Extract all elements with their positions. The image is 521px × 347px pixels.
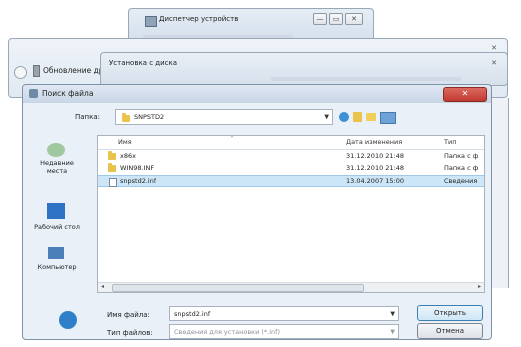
recent-places-item[interactable]: Недавние места: [31, 143, 83, 179]
folder-value: SNPSTD2: [134, 113, 165, 121]
cancel-button[interactable]: Отмена: [417, 323, 483, 339]
back-arrow-icon[interactable]: [14, 66, 27, 79]
filename-label: Имя файла:: [107, 311, 150, 319]
chevron-down-icon: ▼: [390, 310, 395, 317]
close-button[interactable]: ✕: [345, 13, 363, 25]
sort-arrow-icon: ^: [230, 136, 235, 142]
filename-input[interactable]: snpstd2.inf ▼: [169, 306, 399, 321]
install-from-disk-window: Установка с диска ✕: [100, 52, 508, 86]
dialog-title: Поиск файла: [42, 89, 94, 98]
search-icon: [29, 89, 38, 98]
title-bar: Поиск файла ✕: [23, 85, 491, 103]
computer-icon: [48, 247, 64, 259]
list-item-selected[interactable]: snpstd2.inf 13.04.2007 15:00 Сведения: [98, 175, 484, 187]
folder-icon: [108, 163, 116, 172]
open-button[interactable]: Открыть: [417, 305, 483, 321]
list-item[interactable]: x86x 31.12.2010 21:48 Папка с ф: [98, 151, 484, 162]
column-date[interactable]: Дата изменения: [346, 136, 402, 149]
install-dialog-title: Установка с диска: [109, 59, 178, 67]
scroll-left-icon[interactable]: ◂: [101, 283, 104, 290]
filetype-select[interactable]: Сведения для установки (*.inf) ▼: [169, 324, 399, 339]
filetype-label: Тип файлов:: [107, 329, 153, 337]
close-icon[interactable]: ✕: [491, 44, 497, 52]
maximize-button[interactable]: ▭: [329, 13, 343, 25]
device-manager-icon: [145, 16, 157, 27]
folder-icon: [122, 113, 130, 122]
recent-places-icon: [47, 143, 65, 157]
device-manager-title: Диспетчер устройств: [159, 15, 239, 23]
folder-select[interactable]: SNPSTD2 ▼: [115, 109, 333, 125]
folder-icon: [108, 151, 116, 160]
desktop-icon: [47, 203, 65, 219]
inf-file-icon: [109, 178, 117, 187]
desktop-label: Рабочий стол: [34, 223, 80, 231]
places-bar: Недавние места Рабочий стол Компьютер: [27, 135, 87, 285]
file-list: Имя ^ Дата изменения Тип x86x 31.12.2010…: [97, 135, 485, 293]
up-folder-icon[interactable]: [353, 112, 362, 122]
close-button[interactable]: ✕: [443, 87, 487, 102]
minimize-button[interactable]: —: [313, 13, 327, 25]
desktop-item[interactable]: Рабочий стол: [31, 203, 83, 235]
list-item[interactable]: WIN98.INF 31.12.2010 21:48 Папка с ф: [98, 163, 484, 174]
new-folder-icon[interactable]: [366, 113, 376, 121]
driver-icon: [33, 65, 40, 77]
column-name[interactable]: Имя: [118, 136, 132, 149]
computer-label: Компьютер: [37, 263, 77, 271]
horizontal-scrollbar[interactable]: ◂ ▸: [98, 282, 484, 292]
background-window-edge: [490, 98, 509, 288]
network-icon: [59, 311, 77, 329]
computer-item[interactable]: Компьютер: [31, 247, 83, 279]
network-item[interactable]: [59, 311, 81, 333]
list-header: Имя ^ Дата изменения Тип: [98, 136, 484, 150]
find-file-dialog: Поиск файла ✕ Папка: SNPSTD2 ▼ Недавние …: [22, 84, 492, 340]
scroll-thumb[interactable]: [112, 284, 364, 292]
column-type[interactable]: Тип: [444, 136, 456, 149]
install-text-blur: [271, 77, 461, 81]
scroll-right-icon[interactable]: ▸: [478, 283, 481, 290]
folder-label: Папка:: [75, 113, 101, 121]
chevron-down-icon: ▼: [324, 113, 329, 121]
view-menu-icon[interactable]: [380, 112, 396, 124]
back-icon[interactable]: [339, 112, 349, 122]
recent-places-label: Недавние места: [40, 159, 74, 175]
chevron-down-icon: ▼: [390, 328, 395, 335]
close-icon[interactable]: ✕: [491, 59, 497, 67]
